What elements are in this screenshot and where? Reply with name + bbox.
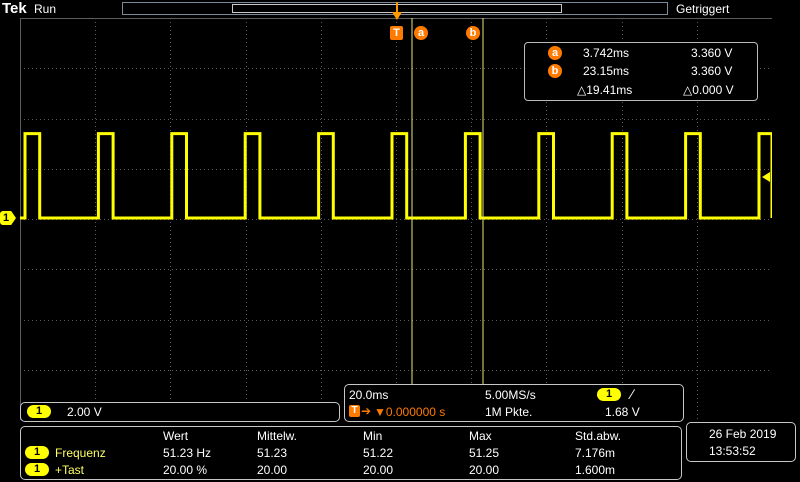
cursor-b-value: 3.360 V: [691, 64, 733, 78]
cursor-b-marker[interactable]: b: [466, 26, 480, 40]
horizontal-trigger-panel[interactable]: 20.0ms 5.00MS/s 1 ∕ T ➔ ▼0.000000 s 1M P…: [344, 384, 684, 422]
trigger-arrow-icon: [392, 12, 402, 20]
cursor-b-time: 23.15ms: [583, 64, 630, 78]
meas-cell: 51.25: [469, 446, 500, 460]
cursor-readout: a 3.742ms 3.360 V b 23.15ms 3.360 V △19.…: [524, 42, 758, 101]
channel-1-badge: 1: [27, 405, 51, 418]
trigger-source-badge: 1: [597, 388, 621, 401]
meas-row-channel-badge: 1: [25, 463, 49, 476]
meas-cell: 7.176m: [575, 446, 616, 460]
meas-cell: 20.00: [257, 463, 288, 477]
trigger-state: Getriggert: [676, 2, 730, 16]
cursor-b-readout-marker: b: [548, 64, 562, 78]
channel-1-ground-marker[interactable]: 1: [0, 211, 16, 225]
trigger-position-icon: T: [349, 405, 360, 417]
trigger-level: 1.68 V: [605, 405, 640, 419]
brand-logo: Tek: [2, 0, 27, 17]
channel-1-ground-label: 1: [3, 212, 10, 224]
trigger-arrow-icon: ➔: [361, 404, 372, 418]
date-time-display: 26 Feb 2019 13:53:52: [686, 422, 796, 462]
record-length: 1M Pkte.: [485, 405, 533, 419]
meas-header-value: Wert: [163, 429, 189, 443]
cursor-a-readout-marker: a: [548, 46, 562, 60]
meas-cell: 51.23: [257, 446, 288, 460]
meas-cell: 1.600m: [575, 463, 616, 477]
meas-cell: 20.00: [363, 463, 394, 477]
meas-cell: 51.22: [363, 446, 394, 460]
meas-header-max: Max: [469, 429, 492, 443]
meas-cell: 20.00: [469, 463, 500, 477]
trigger-slope-icon: ∕: [631, 386, 634, 402]
channel-1-scale[interactable]: 1 2.00 V: [20, 402, 340, 422]
run-state[interactable]: Run: [34, 2, 56, 16]
meas-header-min: Min: [363, 429, 383, 443]
channel-1-volts-div: 2.00 V: [67, 405, 102, 419]
meas-cell: 20.00 %: [163, 463, 208, 477]
trigger-position-marker[interactable]: T: [390, 26, 403, 40]
trigger-level-marker[interactable]: [762, 172, 770, 182]
meas-header-stddev: Std.abw.: [575, 429, 622, 443]
meas-name-duty[interactable]: +Tast: [55, 463, 84, 477]
cursor-a-time: 3.742ms: [583, 46, 630, 60]
meas-name-frequency[interactable]: Frequenz: [55, 446, 106, 460]
sample-rate: 5.00MS/s: [485, 388, 536, 402]
date: 26 Feb 2019: [709, 427, 777, 441]
meas-cell: 51.23 Hz: [163, 446, 212, 460]
cursor-a-marker[interactable]: a: [414, 26, 428, 40]
cursor-delta-value: △0.000 V: [683, 83, 734, 97]
meas-header-mean: Mittelw.: [257, 429, 298, 443]
time: 13:53:52: [709, 444, 756, 458]
cursor-delta-time: △19.41ms: [577, 83, 633, 97]
measurement-table[interactable]: Wert Mittelw. Min Max Std.abw. 1 Frequen…: [20, 426, 682, 480]
time-per-div: 20.0ms: [349, 388, 389, 402]
trigger-time-position: ▼0.000000 s: [374, 405, 446, 419]
cursor-a-value: 3.360 V: [691, 46, 733, 60]
meas-row-channel-badge: 1: [25, 446, 49, 459]
